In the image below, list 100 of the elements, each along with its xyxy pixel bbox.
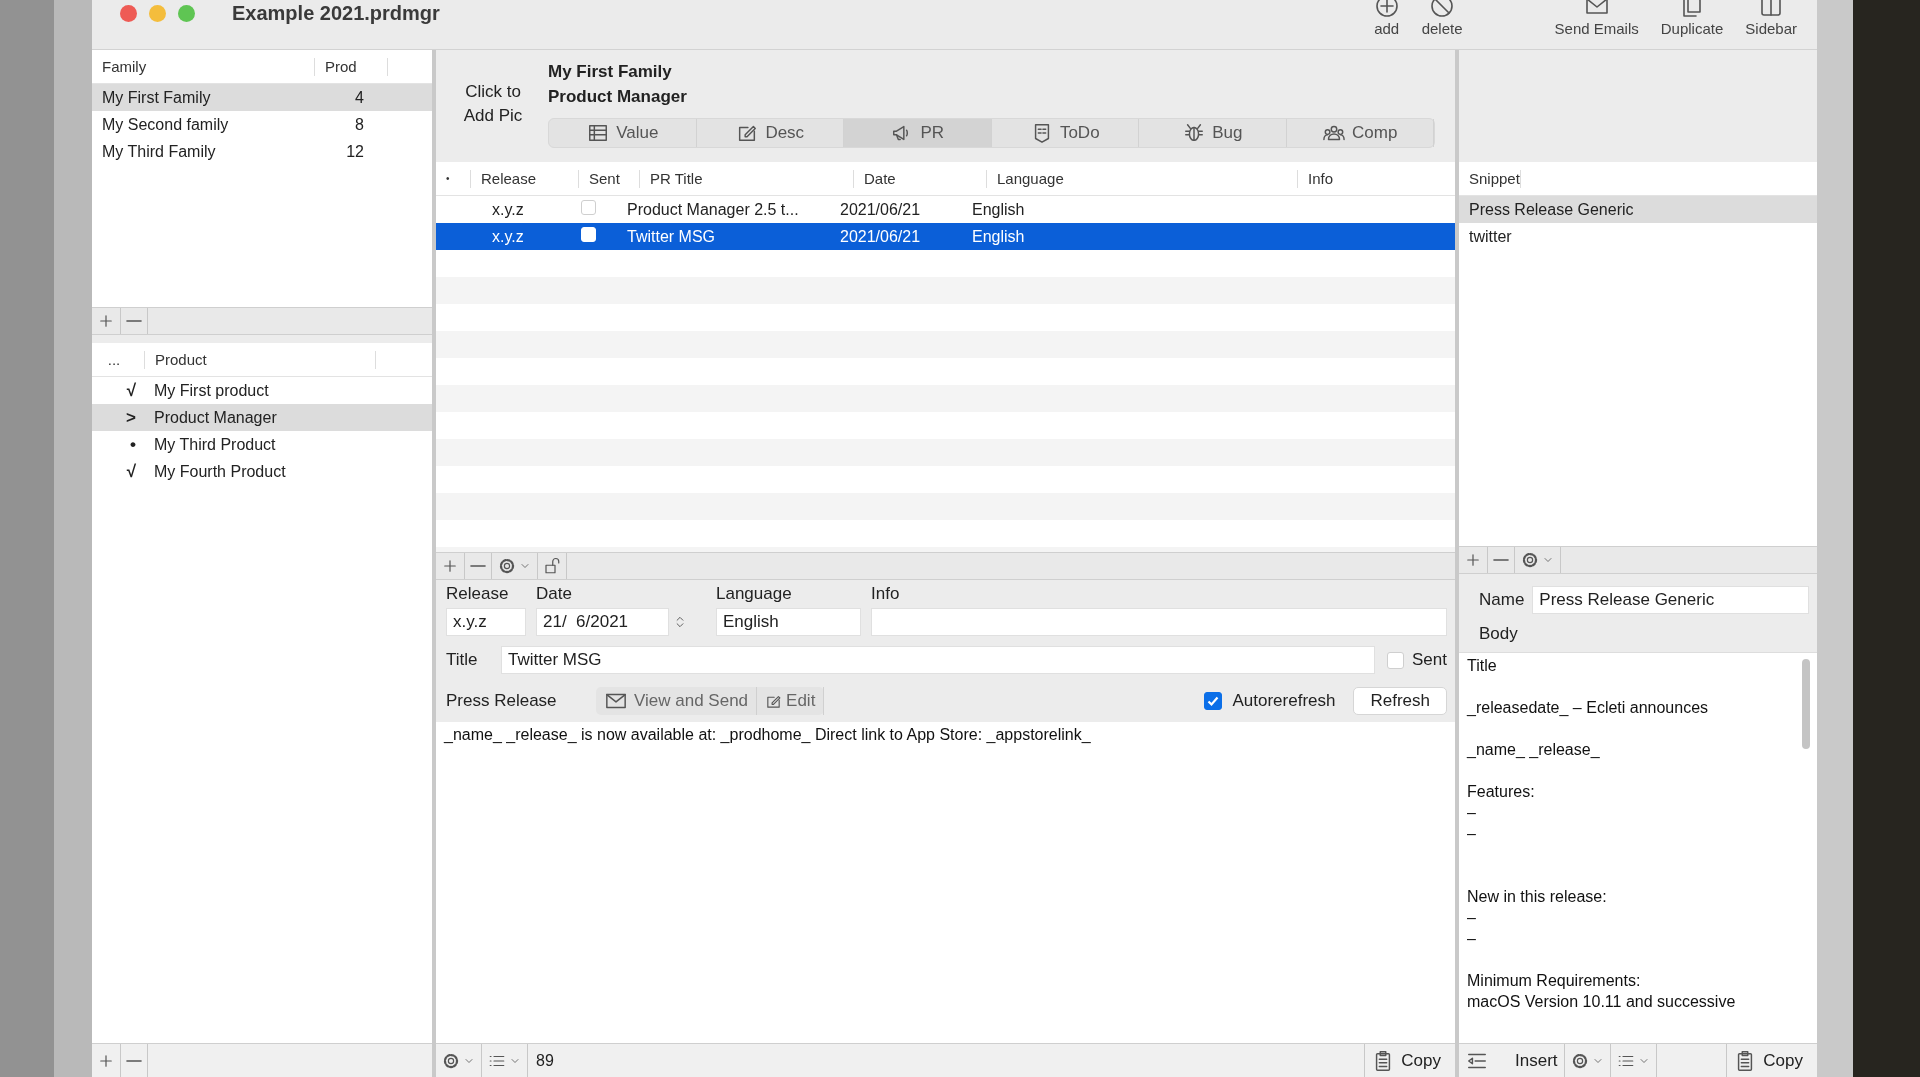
snippet-name: twitter <box>1468 227 1512 246</box>
view-send-button[interactable]: View and Send <box>596 687 758 715</box>
column-header[interactable]: Language <box>987 169 1298 188</box>
release-field[interactable]: x.y.z <box>446 608 526 636</box>
column-header[interactable]: Sent <box>579 169 640 188</box>
checkbox-label: Sent <box>1412 650 1447 670</box>
table-row[interactable]: x.y.z Twitter MSG 2021/06/21 English <box>436 223 1455 250</box>
text-editor[interactable]: _name_ _release_ is now available at: _prodhome_ Direct link to App Store: _appstorelink_ <box>436 722 1455 1043</box>
product-title: Product Manager <box>548 86 688 108</box>
remove-icon <box>126 1059 142 1062</box>
word-count: 89 <box>535 1050 554 1071</box>
list-row[interactable]: • My Third Product <box>92 431 432 458</box>
copy-button[interactable]: Copy <box>1364 1044 1455 1077</box>
product-name: My Third Product <box>153 435 277 454</box>
column-header[interactable]: • <box>436 169 471 188</box>
zoom-button[interactable] <box>178 5 195 22</box>
list-row[interactable]: √ My Fourth Product <box>92 458 432 485</box>
tab[interactable]: PR <box>844 119 992 147</box>
tab[interactable]: Comp <box>1286 119 1434 147</box>
edit-button[interactable]: Edit <box>757 687 825 715</box>
family-name: My Third Family <box>101 142 217 161</box>
name-field[interactable]: Press Release Generic <box>1532 586 1809 614</box>
language-field[interactable]: English <box>716 608 861 636</box>
table-cell-text: English <box>971 200 1026 219</box>
refresh-button[interactable]: Refresh <box>1353 687 1447 715</box>
toolbar-button[interactable]: add <box>1367 0 1406 37</box>
column-header[interactable]: Date <box>854 169 987 188</box>
add-icon <box>97 312 115 330</box>
field-label: Body <box>1479 624 1519 644</box>
minimize-button[interactable] <box>149 5 166 22</box>
insert-button[interactable]: Insert <box>1459 1044 1565 1077</box>
close-button[interactable] <box>120 5 137 22</box>
status-mark: • <box>129 434 137 455</box>
toolbar-button[interactable]: Sidebar <box>1739 0 1803 37</box>
gear-icon <box>498 557 516 575</box>
table-row[interactable]: x.y.z Product Manager 2.5 t... 2021/06/21 English <box>436 196 1455 223</box>
table-cell-text: 2021/06/21 <box>839 200 922 219</box>
field-label: Date <box>536 584 573 604</box>
list-row[interactable]: My First Family 4 <box>92 84 432 111</box>
add-icon <box>1464 551 1482 569</box>
add-picture-button[interactable]: Click to Add Pic <box>458 80 528 128</box>
column-header[interactable]: PR Title <box>640 169 854 188</box>
column-header[interactable]: ... <box>92 350 145 369</box>
title-field[interactable]: Twitter MSG <box>501 646 1375 674</box>
copy-button[interactable]: Copy <box>1726 1044 1817 1077</box>
snippet-name: Press Release Generic <box>1468 200 1634 219</box>
table-cell-text: 2021/06/21 <box>839 227 922 246</box>
checkbox-label: Autorerefresh <box>1232 691 1336 711</box>
info-field[interactable] <box>871 608 1447 636</box>
family-name: My First Family <box>101 88 212 107</box>
prohibited-icon <box>1429 0 1456 18</box>
column-header[interactable]: Family <box>92 57 315 76</box>
table-cell-text: x.y.z <box>491 200 525 219</box>
scrollbar[interactable] <box>1802 659 1810 749</box>
toolbar-button[interactable]: Send Emails <box>1548 0 1645 37</box>
list-row[interactable]: Press Release Generic <box>1459 196 1817 223</box>
press-release-text: _name_ _release_ is now available at: _prodhome_ Direct link to App Store: _appstorelink_ <box>442 725 1092 745</box>
product-name: My Fourth Product <box>153 462 287 481</box>
section-label: Press Release <box>446 691 558 711</box>
field-label: Name <box>1479 590 1525 610</box>
text-editor[interactable]: Title _releasedate_ – Ecleti announces _name_ _release_ Features: – – New in this release: – – Minimum Requirements: macOS Version 10.11 and successive <box>1459 652 1817 1043</box>
field-label: Language <box>716 584 793 604</box>
field-label: Release <box>446 584 510 604</box>
family-title: My First Family <box>548 61 673 83</box>
table-cell-text: Twitter MSG <box>626 227 716 246</box>
product-name: Product Manager <box>153 408 278 427</box>
gear-icon <box>1521 551 1539 569</box>
family-name: My Second family <box>101 115 230 134</box>
table-cell-text: English <box>971 227 1026 246</box>
lock-icon <box>543 557 561 575</box>
tab[interactable]: ToDo <box>991 119 1139 147</box>
toolbar-button[interactable]: Duplicate <box>1654 0 1730 37</box>
gear-icon <box>1570 1051 1589 1070</box>
tab[interactable]: Value <box>549 119 697 147</box>
column-header[interactable]: Prod <box>315 57 388 76</box>
gear-icon <box>442 1051 460 1070</box>
status-mark: > <box>125 407 137 428</box>
list-row[interactable]: My Third Family 12 <box>92 138 432 165</box>
list-row[interactable]: twitter <box>1459 223 1817 250</box>
column-header[interactable]: Product <box>145 350 376 369</box>
checkbox[interactable] <box>1204 692 1223 710</box>
status-mark: √ <box>125 461 137 482</box>
column-header[interactable]: Release <box>471 169 579 188</box>
add-icon <box>441 557 459 575</box>
tab[interactable]: Bug <box>1139 119 1287 147</box>
product-count: 12 <box>345 142 365 161</box>
field-label: Title <box>446 650 479 670</box>
product-count: 8 <box>354 115 365 134</box>
table-cell-text: Product Manager 2.5 t... <box>626 200 800 219</box>
status-mark: √ <box>125 380 137 401</box>
snippet-body-text: Title _releasedate_ – Ecleti announces _name_ _release_ Features: – – New in this release: – – Minimum Requirements: macOS Version 10.11 and successive <box>1465 656 1737 1012</box>
product-count: 4 <box>354 88 365 107</box>
product-name: My First product <box>153 381 270 400</box>
date-field[interactable]: 21/ 6/2021 <box>536 608 669 636</box>
column-header[interactable]: Snippet <box>1459 169 1521 188</box>
list-row[interactable]: > Product Manager <box>92 404 432 431</box>
list-row[interactable]: √ My First product <box>92 377 432 404</box>
window-title: Example 2021.prdmgr <box>232 2 440 25</box>
list-row[interactable]: My Second family 8 <box>92 111 432 138</box>
toolbar-button[interactable]: delete <box>1415 0 1469 37</box>
